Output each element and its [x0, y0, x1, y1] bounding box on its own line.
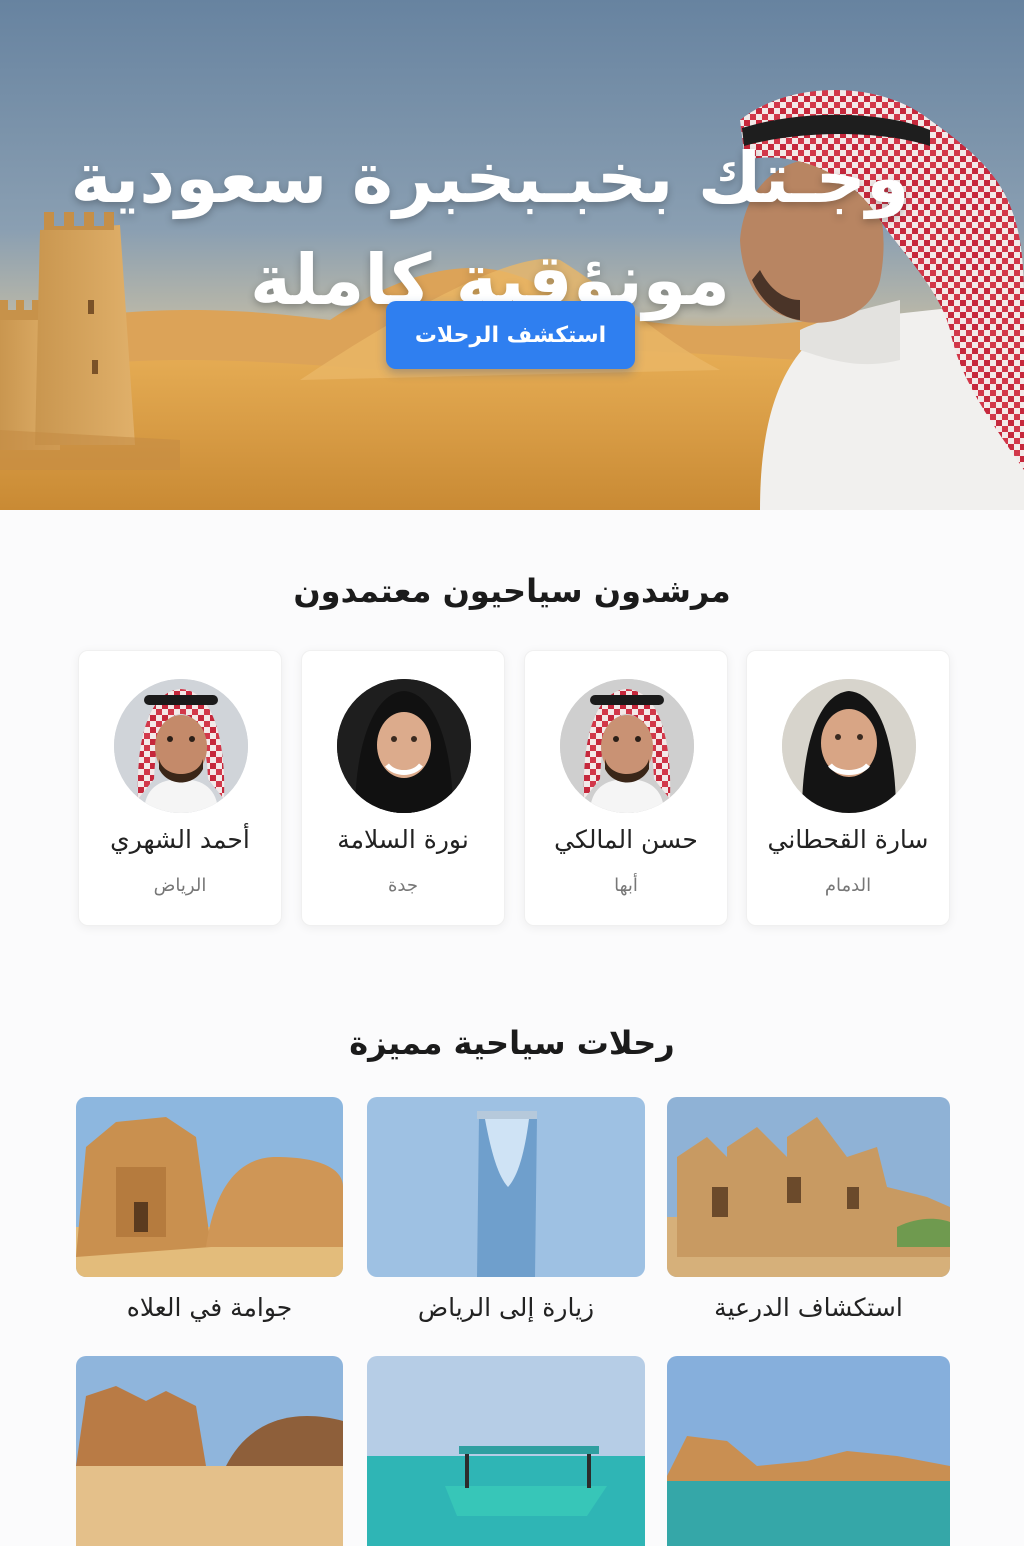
guide-city: أبها [614, 875, 638, 896]
desert-rocks-image [76, 1356, 343, 1546]
trip-card[interactable] [76, 1356, 343, 1546]
guide-card[interactable]: نورة السلامة جدة [301, 650, 505, 926]
guide-avatar [114, 679, 248, 813]
trip-card[interactable]: زيارة إلى الرياض [367, 1097, 645, 1337]
trip-image-boat [367, 1356, 645, 1546]
trip-card[interactable] [667, 1356, 950, 1546]
guides-list: سارة القحطاني الدمام حسن المالكي أبها نو… [78, 650, 950, 926]
trip-card[interactable]: جوامة في العلاه [76, 1097, 343, 1337]
trip-image-riyadh [367, 1097, 645, 1277]
trips-section-title: رحلات سياحية مميزة [349, 1024, 675, 1062]
mudbrick-ruins-image [667, 1097, 950, 1277]
guide-name: نورة السلامة [337, 825, 469, 854]
trip-image-alula [76, 1097, 343, 1277]
guide-card[interactable]: أحمد الشهري الرياض [78, 650, 282, 926]
guide-city: الدمام [824, 875, 872, 896]
trip-image-desert-rocks [76, 1356, 343, 1546]
trip-card[interactable]: استكشاف الدرعية [667, 1097, 950, 1337]
guide-name: أحمد الشهري [110, 825, 250, 854]
guides-section-title: مرشدون سياحيون معتمدون [293, 572, 731, 610]
guide-avatar [337, 679, 471, 813]
hegra-tomb-image [76, 1097, 343, 1277]
guide-city: الرياض [153, 875, 207, 896]
trip-image-diriyah [667, 1097, 950, 1277]
guide-name: حسن المالكي [554, 825, 698, 854]
guide-city: جدة [387, 875, 418, 896]
hero-banner: وجـتك بخبـبخبرة سعودية مونؤقية كاملة است… [0, 0, 1024, 510]
avatar-hijab-woman-icon [782, 679, 916, 813]
coast-cliffs-image [667, 1356, 950, 1546]
guide-avatar [560, 679, 694, 813]
kingdom-tower-image [367, 1097, 645, 1277]
trip-card[interactable] [367, 1356, 645, 1546]
hero-title-line1: وجـتك بخبـبخبرة سعودية [70, 136, 910, 219]
avatar-hijab-woman-icon [337, 679, 471, 813]
trip-name: زيارة إلى الرياض [417, 1293, 595, 1322]
avatar-shemagh-man-icon [560, 679, 694, 813]
explore-trips-button[interactable]: استكشف الرحلات [386, 301, 635, 369]
trip-name: جوامة في العلاه [126, 1293, 293, 1322]
avatar-shemagh-man-icon [114, 679, 248, 813]
trip-name: استكشاف الدرعية [714, 1293, 903, 1322]
trip-image-redsea-coast [667, 1356, 950, 1546]
guide-name: سارة القحطاني [767, 825, 929, 854]
guide-card[interactable]: حسن المالكي أبها [524, 650, 728, 926]
guide-avatar [782, 679, 916, 813]
guide-card[interactable]: سارة القحطاني الدمام [746, 650, 950, 926]
boat-sea-image [367, 1356, 645, 1546]
